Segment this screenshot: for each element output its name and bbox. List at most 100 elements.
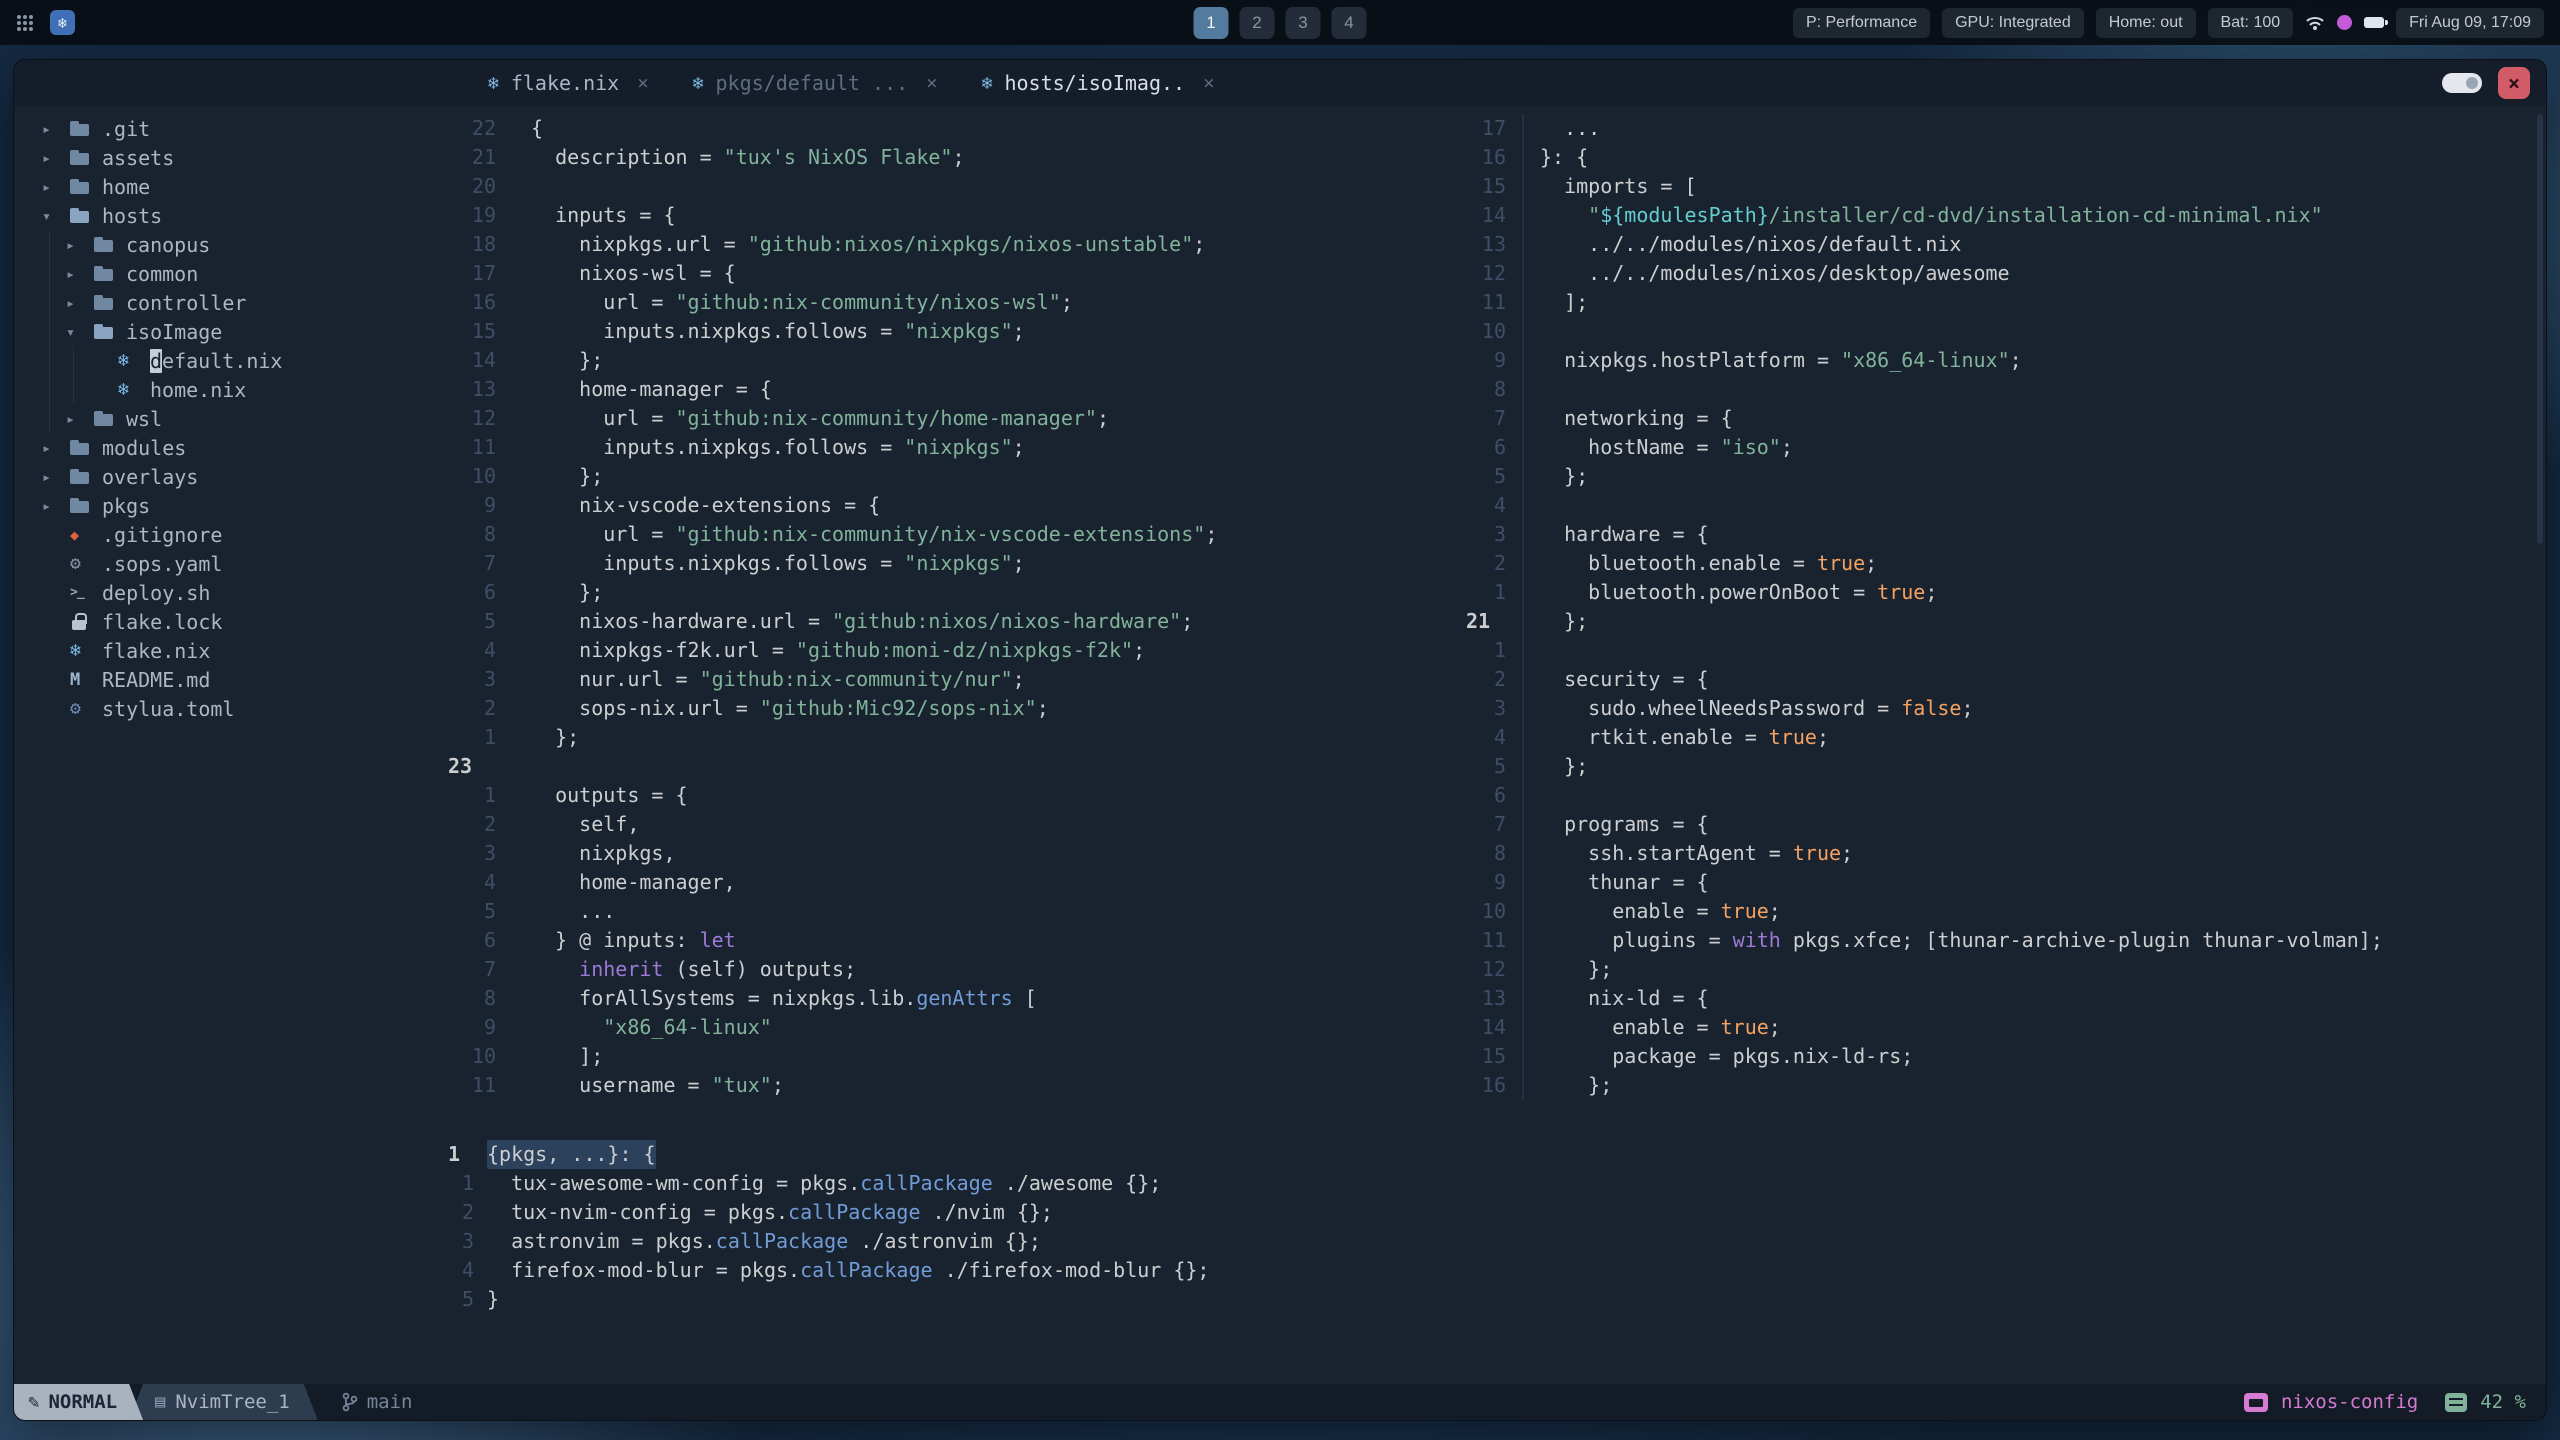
code-text: } bbox=[487, 1287, 500, 1311]
tree-dir-item[interactable]: ▸ .git bbox=[14, 114, 448, 143]
tree-dir-item[interactable]: ▸ modules bbox=[14, 433, 448, 462]
code-text: enable = true; bbox=[1540, 1015, 1781, 1039]
code-line: 7 programs = { bbox=[1466, 810, 2546, 839]
window-close-button[interactable]: × bbox=[2498, 67, 2530, 99]
tree-dir-item[interactable]: ▾ isoImage bbox=[14, 317, 448, 346]
tab-close-icon[interactable]: × bbox=[1203, 72, 1214, 94]
workspace-4[interactable]: 4 bbox=[1331, 6, 1367, 39]
tree-dir-item[interactable]: ▸ controller bbox=[14, 288, 448, 317]
line-number: 3 bbox=[461, 1229, 474, 1253]
branch-name: main bbox=[366, 1391, 413, 1413]
tree-item-label: flake.nix bbox=[102, 638, 211, 663]
line-number: 3 bbox=[1493, 522, 1506, 546]
code-line: 3 sudo.wheelNeedsPassword = false; bbox=[1466, 694, 2546, 723]
editor-pane-iso-default-nix[interactable]: 17 ... 16}: {15 imports = [14 "${modulesP… bbox=[1466, 106, 2546, 1106]
code-text: home-manager, bbox=[531, 870, 736, 894]
line-number: 8 bbox=[483, 522, 496, 546]
code-line: 3 astronvim = pkgs.callPackage ./astronv… bbox=[448, 1227, 2546, 1256]
line-number: 3 bbox=[483, 667, 496, 691]
code-line: 5 }; bbox=[1466, 752, 2546, 781]
file-tree[interactable]: ▸ .git ▸ assets ▸ home ▾ hosts ▸ canopus ▸ common ▸ c… bbox=[14, 106, 448, 1384]
line-number: 16 bbox=[1481, 1073, 1506, 1097]
folder-icon bbox=[92, 404, 126, 433]
tree-dir-item[interactable]: ▸ canopus bbox=[14, 230, 448, 259]
gutter-separator bbox=[1522, 578, 1524, 607]
tab-close-icon[interactable]: × bbox=[926, 72, 937, 94]
tab-pkgs-default-nix[interactable]: ❄ pkgs/default ... × bbox=[671, 60, 960, 106]
tree-item-label: stylua.toml bbox=[102, 696, 235, 721]
folder-icon bbox=[92, 288, 126, 317]
tree-file-item[interactable]: ⚙ .sops.yaml bbox=[14, 549, 448, 578]
line-number: 17 bbox=[471, 261, 496, 285]
nix-logo-icon[interactable]: ❄ bbox=[50, 10, 75, 35]
chevron-icon: ▸ bbox=[42, 148, 52, 167]
code-line: 11 username = "tux"; bbox=[448, 1071, 1466, 1100]
tab-flake-nix[interactable]: ❄ flake.nix × bbox=[466, 60, 671, 106]
tree-file-item[interactable]: ❄ home.nix bbox=[14, 375, 448, 404]
chevron-icon: ▸ bbox=[66, 293, 76, 312]
tree-file-item[interactable]: >_ deploy.sh bbox=[14, 578, 448, 607]
code-text: inputs.nixpkgs.follows = "nixpkgs"; bbox=[531, 551, 1025, 575]
tree-file-item[interactable]: M README.md bbox=[14, 665, 448, 694]
code-text: }; bbox=[1540, 754, 1589, 778]
editor-pane-flake-nix[interactable]: 22{21 description = "tux's NixOS Flake";… bbox=[448, 106, 1466, 1106]
tree-dir-item[interactable]: ▾ hosts bbox=[14, 201, 448, 230]
workspace-switcher: 1 2 3 4 bbox=[1193, 6, 1367, 39]
tree-dir-item[interactable]: ▸ overlays bbox=[14, 462, 448, 491]
tree-dir-item[interactable]: ▸ pkgs bbox=[14, 491, 448, 520]
tab-hosts-isoimage[interactable]: ❄ hosts/isoImag.. × bbox=[960, 60, 1237, 106]
tree-file-item[interactable]: ❄ flake.nix bbox=[14, 636, 448, 665]
chevron-icon bbox=[42, 526, 68, 544]
tree-file-item[interactable]: ❄ default.nix bbox=[14, 346, 448, 375]
pencil-icon: ✎ bbox=[28, 1391, 40, 1413]
gpu-status: GPU: Integrated bbox=[1942, 7, 2084, 38]
code-line: 12 }; bbox=[1466, 955, 2546, 984]
line-number: 11 bbox=[471, 435, 496, 459]
wifi-icon[interactable] bbox=[2305, 15, 2325, 31]
code-text: sudo.wheelNeedsPassword = false; bbox=[1540, 696, 1974, 720]
nix-icon: ❄ bbox=[70, 640, 81, 661]
code-line: 5 ... bbox=[448, 897, 1466, 926]
toggle-button[interactable] bbox=[2442, 73, 2482, 93]
editor-pane-pkgs-default-nix[interactable]: 1 {pkgs, ...}: {1 tux-awesome-wm-config =… bbox=[448, 1106, 2546, 1384]
tree-file-item[interactable]: ◆ .gitignore bbox=[14, 520, 448, 549]
code-line: 1 tux-awesome-wm-config = pkgs.callPacka… bbox=[448, 1169, 2546, 1198]
scrollbar-thumb[interactable] bbox=[2537, 114, 2543, 544]
toml-icon: ⚙ bbox=[70, 698, 81, 719]
tree-dir-item[interactable]: ▸ common bbox=[14, 259, 448, 288]
workspace-1[interactable]: 1 bbox=[1193, 6, 1229, 39]
tray-app-icon[interactable] bbox=[2337, 15, 2353, 30]
gutter-separator bbox=[1522, 404, 1524, 433]
code-line: 19 inputs = { bbox=[448, 201, 1466, 230]
code-text: ../../modules/nixos/default.nix bbox=[1540, 232, 1962, 256]
gutter-separator bbox=[1522, 897, 1524, 926]
tree-dir-item[interactable]: ▸ wsl bbox=[14, 404, 448, 433]
code-text: }; bbox=[1540, 1073, 1613, 1097]
nix-icon: ❄ bbox=[118, 379, 129, 400]
folder-open-icon bbox=[92, 317, 126, 346]
tree-file-item[interactable]: flake.lock bbox=[14, 607, 448, 636]
code-line: 4 nixpkgs-f2k.url = "github:moni-dz/nixp… bbox=[448, 636, 1466, 665]
code-line: 15 imports = [ bbox=[1466, 172, 2546, 201]
statusline: ✎ NORMAL ▤ NvimTree_1 main nixos-config bbox=[14, 1384, 2546, 1420]
code-line: 17 ... bbox=[1466, 114, 2546, 143]
chevron-icon: ▸ bbox=[42, 467, 52, 486]
workspace-2[interactable]: 2 bbox=[1239, 6, 1275, 39]
tree-file-item[interactable]: ⚙ stylua.toml bbox=[14, 694, 448, 723]
workspace-3[interactable]: 3 bbox=[1285, 6, 1321, 39]
code-text: nix-vscode-extensions = { bbox=[531, 493, 881, 517]
line-number: 11 bbox=[1481, 928, 1506, 952]
code-line: 21 }; bbox=[1466, 607, 2546, 636]
launcher-grid-icon[interactable] bbox=[16, 14, 34, 32]
tree-dir-item[interactable]: ▸ home bbox=[14, 172, 448, 201]
code-text: nixos-hardware.url = "github:nixos/nixos… bbox=[531, 609, 1194, 633]
line-number: 3 bbox=[1493, 696, 1506, 720]
tree-dir-item[interactable]: ▸ assets bbox=[14, 143, 448, 172]
line-number: 6 bbox=[1493, 435, 1506, 459]
code-text: bluetooth.powerOnBoot = true; bbox=[1540, 580, 1938, 604]
tab-close-icon[interactable]: × bbox=[637, 72, 648, 94]
code-line: 6 hostName = "iso"; bbox=[1466, 433, 2546, 462]
code-line: 16 }; bbox=[1466, 1071, 2546, 1100]
code-line: 13 nix-ld = { bbox=[1466, 984, 2546, 1013]
line-number: 10 bbox=[471, 464, 496, 488]
